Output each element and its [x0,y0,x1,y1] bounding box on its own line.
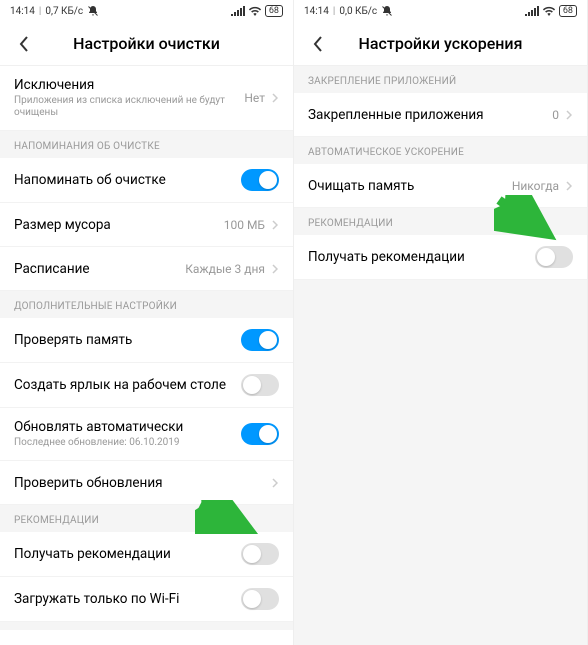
pinned-value: 0 [552,108,559,122]
row-exclusions[interactable]: Исключения Приложения из списка исключен… [0,66,293,131]
signal-icon [231,6,245,16]
schedule-value: Каждые 3 дня [185,262,265,276]
check-updates-label: Проверить обновления [14,475,271,491]
back-button[interactable] [8,28,40,60]
create-shortcut-toggle[interactable] [241,374,279,396]
status-bar: 14:14 | 0,7 КБ/с 68 [0,0,293,22]
row-get-recs[interactable]: Получать рекомендации [0,532,293,577]
page-title: Настройки ускорения [334,34,547,53]
section-recommendations: РЕКОМЕНДАЦИИ [0,505,293,532]
signal-icon [525,6,539,16]
get-recs-label: Получать рекомендации [14,546,241,562]
page-title: Настройки очистки [40,34,253,53]
section-recommendations: РЕКОМЕНДАЦИИ [294,208,587,235]
row-remind[interactable]: Напоминать об очистке [0,158,293,203]
exclusions-value: Нет [244,91,265,105]
check-memory-toggle[interactable] [241,329,279,351]
wifi-only-label: Загружать только по Wi-Fi [14,591,241,607]
auto-update-sub: Последнее обновление: 06.10.2019 [14,437,241,449]
chevron-right-icon [271,91,279,105]
remind-label: Напоминать об очистке [14,172,241,188]
status-bar: 14:14 | 0,0 КБ/с 68 [294,0,587,22]
chevron-right-icon [565,108,573,122]
row-trash-size[interactable]: Размер мусора 100 МБ [0,203,293,247]
screen-boost-settings: 14:14 | 0,0 КБ/с 68 Настройки ускорения … [294,0,588,645]
back-button[interactable] [302,28,334,60]
dnd-icon [87,5,99,17]
status-time: 14:14 [304,6,329,17]
header: Настройки ускорения [294,22,587,66]
battery-icon: 68 [265,5,283,17]
row-check-memory[interactable]: Проверять память [0,318,293,363]
wifi-icon [248,6,262,16]
section-pinned: ЗАКРЕПЛЕНИЕ ПРИЛОЖЕНИЙ [294,66,587,93]
row-schedule[interactable]: Расписание Каждые 3 дня [0,247,293,291]
row-auto-update[interactable]: Обновлять автоматически Последнее обновл… [0,408,293,461]
exclusions-sub: Приложения из списка исключений не будут… [14,95,244,119]
battery-icon: 68 [559,5,577,17]
chevron-right-icon [271,262,279,276]
create-shortcut-label: Создать ярлык на рабочем столе [14,377,241,393]
status-speed: 0,7 КБ/с [45,6,83,17]
pinned-label: Закрепленные приложения [308,107,552,123]
wifi-icon [542,6,556,16]
exclusions-label: Исключения [14,77,244,93]
dnd-icon [381,5,393,17]
schedule-label: Расписание [14,261,185,277]
remind-toggle[interactable] [241,169,279,191]
get-recs-toggle[interactable] [535,246,573,268]
check-memory-label: Проверять память [14,332,241,348]
row-check-updates[interactable]: Проверить обновления [0,461,293,505]
trash-size-value: 100 МБ [224,218,265,232]
status-speed: 0,0 КБ/с [339,6,377,17]
get-recs-toggle[interactable] [241,543,279,565]
clear-mem-value: Никогда [512,179,559,193]
row-clear-memory[interactable]: Очищать память Никогда [294,164,587,208]
row-create-shortcut[interactable]: Создать ярлык на рабочем столе [0,363,293,408]
get-recs-label: Получать рекомендации [308,249,535,265]
row-wifi-only[interactable]: Загружать только по Wi-Fi [0,577,293,622]
row-get-recs[interactable]: Получать рекомендации [294,235,587,280]
chevron-right-icon [271,218,279,232]
auto-update-label: Обновлять автоматически [14,419,241,435]
trash-size-label: Размер мусора [14,217,224,233]
section-advanced: ДОПОЛНИТЕЛЬНЫЕ НАСТРОЙКИ [0,291,293,318]
status-time: 14:14 [10,6,35,17]
section-auto-boost: АВТОМАТИЧЕСКОЕ УСКОРЕНИЕ [294,137,587,164]
row-privacy[interactable]: Политика конфиденциальности [0,630,293,645]
section-reminders: НАПОМИНАНИЯ ОБ ОЧИСТКЕ [0,131,293,158]
auto-update-toggle[interactable] [241,423,279,445]
header: Настройки очистки [0,22,293,66]
clear-mem-label: Очищать память [308,178,512,194]
wifi-only-toggle[interactable] [241,588,279,610]
chevron-right-icon [565,179,573,193]
chevron-right-icon [271,476,279,490]
screen-cleaning-settings: 14:14 | 0,7 КБ/с 68 Настройки очистки Ис… [0,0,294,645]
row-pinned-apps[interactable]: Закрепленные приложения 0 [294,93,587,137]
